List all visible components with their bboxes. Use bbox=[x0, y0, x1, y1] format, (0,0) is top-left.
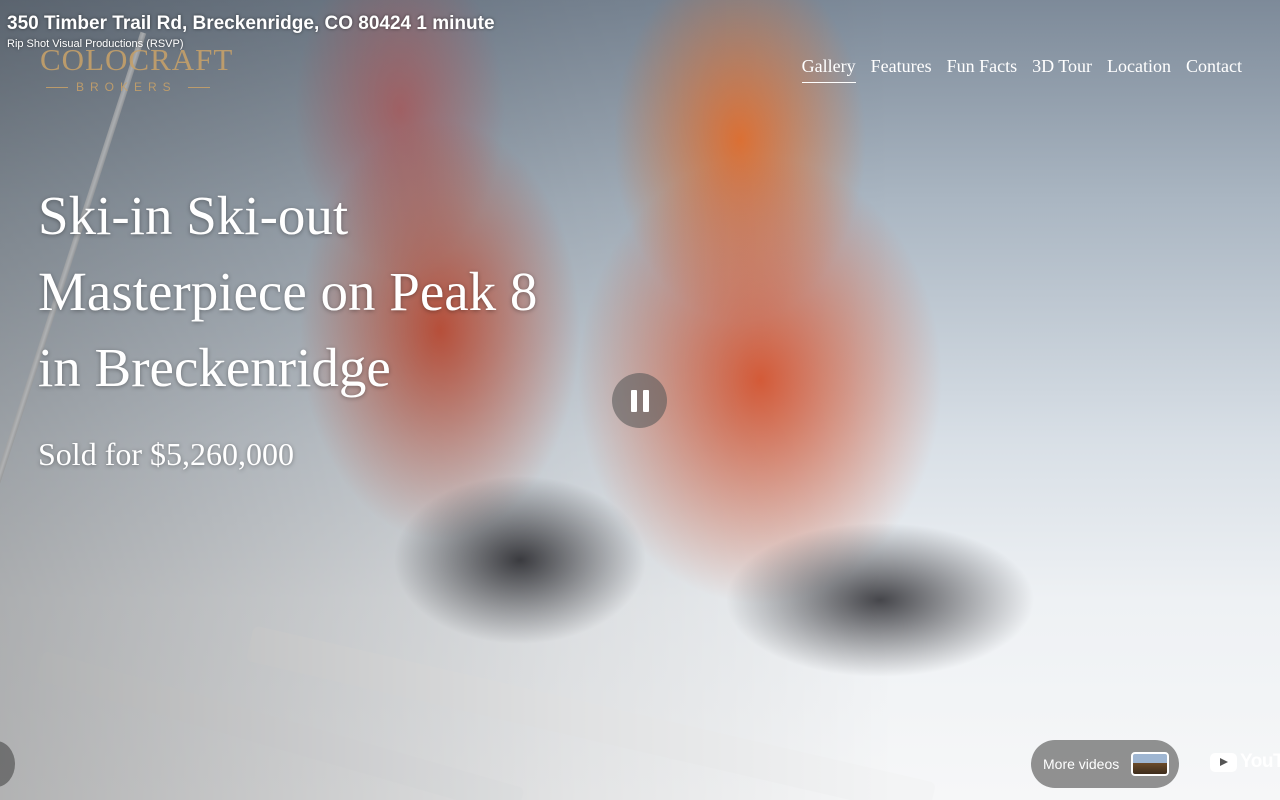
nav-3d-tour[interactable]: 3D Tour bbox=[1032, 56, 1092, 83]
more-videos-button[interactable]: More videos bbox=[1031, 740, 1179, 788]
hero-headline: Ski-in Ski-out Masterpiece on Peak 8 in … bbox=[38, 178, 678, 406]
logo-divider bbox=[188, 87, 210, 88]
headline-line: Ski-in Ski-out bbox=[38, 185, 349, 246]
nav-features[interactable]: Features bbox=[871, 56, 932, 83]
video-thumbnail bbox=[1131, 752, 1169, 776]
logo-divider bbox=[46, 87, 68, 88]
main-nav: Gallery Features Fun Facts 3D Tour Locat… bbox=[801, 56, 1242, 83]
youtube-wordmark: YouTube bbox=[1240, 751, 1280, 772]
brand-logo[interactable]: COLOCRAFT BROKERS bbox=[40, 42, 234, 98]
logo-subtitle: BROKERS bbox=[76, 80, 177, 94]
nav-gallery[interactable]: Gallery bbox=[801, 56, 856, 83]
sold-price: Sold for $5,260,000 bbox=[38, 436, 294, 472]
pause-icon bbox=[630, 389, 637, 412]
video-title[interactable]: 350 Timber Trail Rd, Breckenridge, CO 80… bbox=[7, 13, 495, 35]
nav-fun-facts[interactable]: Fun Facts bbox=[947, 56, 1018, 83]
youtube-play-icon bbox=[1210, 752, 1237, 772]
pause-icon bbox=[642, 389, 649, 412]
headline-line: in Breckenridge bbox=[38, 337, 391, 398]
more-videos-label: More videos bbox=[1043, 756, 1120, 772]
logo-wordmark: COLOCRAFT bbox=[40, 42, 234, 77]
nav-contact[interactable]: Contact bbox=[1186, 56, 1242, 83]
youtube-logo[interactable]: YouTube bbox=[1210, 751, 1280, 773]
nav-location[interactable]: Location bbox=[1107, 56, 1171, 83]
headline-line: Masterpiece on Peak 8 bbox=[38, 261, 538, 322]
pause-button[interactable] bbox=[612, 373, 667, 428]
